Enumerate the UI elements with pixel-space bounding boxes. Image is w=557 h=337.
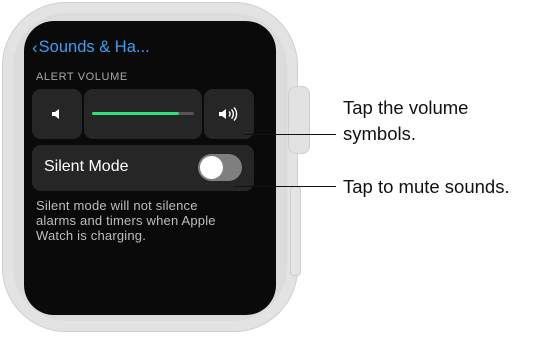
volume-slider[interactable] <box>84 89 202 139</box>
volume-callout-line-2: symbols. <box>343 123 416 144</box>
clock-time: 10:09 <box>487 38 529 56</box>
volume-callout-line-1: Tap the volume <box>343 97 469 118</box>
volume-callout-leader <box>244 134 336 135</box>
silent-mode-footnote: Silent mode will not silence alarms and … <box>36 198 216 243</box>
silent-mode-toggle[interactable] <box>198 154 242 181</box>
volume-track <box>92 112 194 115</box>
back-button[interactable]: ‹ Sounds & Ha... <box>32 38 150 57</box>
toggle-knob <box>200 156 223 179</box>
speaker-low-icon <box>52 109 59 119</box>
silent-mode-row[interactable]: Silent Mode <box>32 145 254 191</box>
volume-level-fill <box>92 112 179 115</box>
speaker-high-icon <box>219 107 238 121</box>
chevron-left-icon: ‹ <box>32 38 38 57</box>
back-button-label: Sounds & Ha... <box>38 38 150 56</box>
volume-up-button[interactable] <box>204 89 254 139</box>
side-button[interactable] <box>290 186 301 276</box>
volume-down-button[interactable] <box>32 89 82 139</box>
mute-callout: Tap to mute sounds. <box>343 176 510 197</box>
mute-callout-leader <box>234 186 336 187</box>
digital-crown[interactable] <box>288 86 310 154</box>
alert-volume-control <box>32 89 254 139</box>
alert-volume-label: ALERT VOLUME <box>36 71 128 83</box>
silent-mode-label: Silent Mode <box>44 158 129 175</box>
volume-callout: Tap the volume symbols. <box>343 95 468 147</box>
